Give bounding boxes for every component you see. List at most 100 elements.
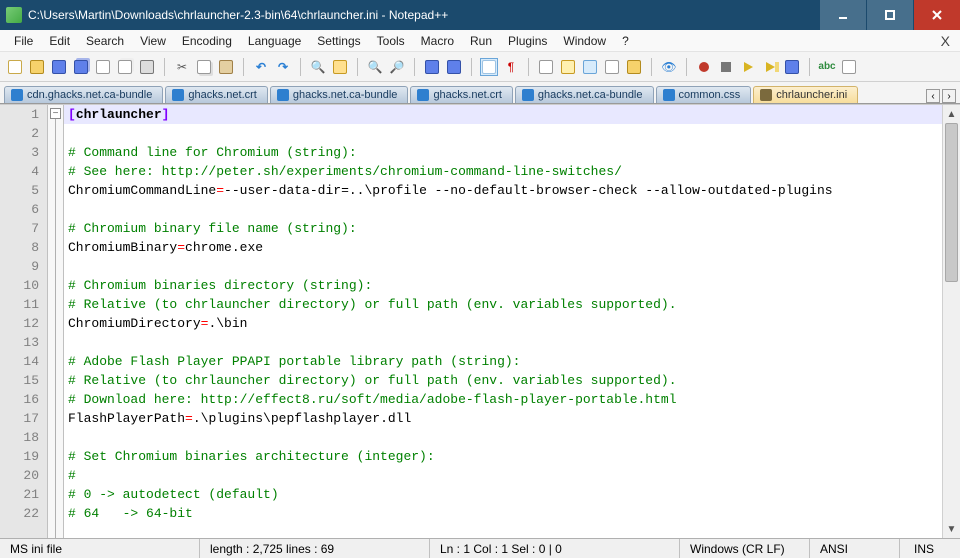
- close-file-icon[interactable]: [94, 58, 112, 76]
- code-line[interactable]: # Download here: http://effect8.ru/soft/…: [64, 390, 942, 409]
- line-number: 22: [0, 504, 47, 523]
- vertical-scrollbar[interactable]: ▲ ▼: [942, 105, 960, 538]
- doc-map-icon[interactable]: [581, 58, 599, 76]
- menu-edit[interactable]: Edit: [41, 34, 78, 48]
- tab-file[interactable]: cdn.ghacks.net.ca-bundle: [4, 86, 163, 103]
- code-line[interactable]: #: [64, 466, 942, 485]
- redo-icon[interactable]: ↷: [274, 58, 292, 76]
- save-macro-icon[interactable]: [783, 58, 801, 76]
- code-line[interactable]: # Relative (to chrlauncher directory) or…: [64, 371, 942, 390]
- tab-file[interactable]: ghacks.net.crt: [165, 86, 267, 103]
- tab-prev-button[interactable]: ‹: [926, 89, 940, 103]
- new-icon[interactable]: [6, 58, 24, 76]
- menu-macro[interactable]: Macro: [413, 34, 462, 48]
- cut-icon[interactable]: ✂: [173, 58, 191, 76]
- replace-icon[interactable]: [331, 58, 349, 76]
- code-line[interactable]: [64, 333, 942, 352]
- user-lang-icon[interactable]: [559, 58, 577, 76]
- code-line[interactable]: # Set Chromium binaries architecture (in…: [64, 447, 942, 466]
- line-number: 11: [0, 295, 47, 314]
- menu-settings[interactable]: Settings: [309, 34, 368, 48]
- toolbar: ✂ ↶ ↷ 🔍 🔍 🔎 ¶ 👁 abc: [0, 52, 960, 82]
- sync-v-icon[interactable]: [423, 58, 441, 76]
- tab-file[interactable]: ghacks.net.ca-bundle: [515, 86, 654, 103]
- scroll-up-icon[interactable]: ▲: [943, 105, 960, 123]
- file-icon: [172, 89, 184, 101]
- monitor-icon[interactable]: 👁: [660, 58, 678, 76]
- code-line[interactable]: # 64 -> 64-bit: [64, 504, 942, 523]
- copy-icon[interactable]: [195, 58, 213, 76]
- code-line[interactable]: # Adobe Flash Player PPAPI portable libr…: [64, 352, 942, 371]
- code-line[interactable]: [64, 428, 942, 447]
- status-encoding[interactable]: ANSI: [810, 539, 900, 558]
- indent-guide-icon[interactable]: [537, 58, 555, 76]
- code-line[interactable]: [64, 124, 942, 143]
- menu-window[interactable]: Window: [555, 34, 614, 48]
- fold-toggle-icon[interactable]: −: [50, 108, 61, 119]
- minimize-button[interactable]: [820, 0, 866, 30]
- fold-column[interactable]: −: [48, 105, 64, 538]
- code-line[interactable]: [64, 200, 942, 219]
- code-line[interactable]: # Command line for Chromium (string):: [64, 143, 942, 162]
- paste-icon[interactable]: [217, 58, 235, 76]
- status-eol[interactable]: Windows (CR LF): [680, 539, 810, 558]
- close-all-icon[interactable]: [116, 58, 134, 76]
- open-icon[interactable]: [28, 58, 46, 76]
- func-list-icon[interactable]: [603, 58, 621, 76]
- code-line[interactable]: ChromiumBinary=chrome.exe: [64, 238, 942, 257]
- menu-search[interactable]: Search: [78, 34, 132, 48]
- code-area[interactable]: [chrlauncher] # Command line for Chromiu…: [64, 105, 942, 538]
- status-length: length : 2,725 lines : 69: [200, 539, 430, 558]
- record-icon[interactable]: [695, 58, 713, 76]
- code-line[interactable]: # Chromium binary file name (string):: [64, 219, 942, 238]
- stop-record-icon[interactable]: [717, 58, 735, 76]
- zoom-out-icon[interactable]: 🔎: [388, 58, 406, 76]
- undo-icon[interactable]: ↶: [252, 58, 270, 76]
- menu-view[interactable]: View: [132, 34, 174, 48]
- tab-file[interactable]: ghacks.net.ca-bundle: [270, 86, 409, 103]
- wordwrap-icon[interactable]: [480, 58, 498, 76]
- tab-next-button[interactable]: ›: [942, 89, 956, 103]
- code-line[interactable]: # 0 -> autodetect (default): [64, 485, 942, 504]
- menu-run[interactable]: Run: [462, 34, 500, 48]
- code-line[interactable]: # Relative (to chrlauncher directory) or…: [64, 295, 942, 314]
- play-multi-icon[interactable]: [761, 58, 779, 76]
- scroll-thumb[interactable]: [945, 123, 958, 282]
- code-line[interactable]: ChromiumDirectory=.\bin: [64, 314, 942, 333]
- menu-help[interactable]: ?: [614, 34, 637, 48]
- menubar: File Edit Search View Encoding Language …: [0, 30, 960, 52]
- spellcheck-toggle-icon[interactable]: [840, 58, 858, 76]
- scroll-down-icon[interactable]: ▼: [943, 520, 960, 538]
- folder-view-icon[interactable]: [625, 58, 643, 76]
- file-icon: [417, 89, 429, 101]
- save-icon[interactable]: [50, 58, 68, 76]
- print-icon[interactable]: [138, 58, 156, 76]
- close-button[interactable]: [914, 0, 960, 30]
- show-all-chars-icon[interactable]: ¶: [502, 58, 520, 76]
- line-number: 17: [0, 409, 47, 428]
- code-line[interactable]: FlashPlayerPath=.\plugins\pepflashplayer…: [64, 409, 942, 428]
- menu-encoding[interactable]: Encoding: [174, 34, 240, 48]
- sync-h-icon[interactable]: [445, 58, 463, 76]
- menu-file[interactable]: File: [6, 34, 41, 48]
- tab-file-active[interactable]: chrlauncher.ini: [753, 86, 858, 103]
- code-line[interactable]: ChromiumCommandLine=--user-data-dir=..\p…: [64, 181, 942, 200]
- code-line[interactable]: # Chromium binaries directory (string):: [64, 276, 942, 295]
- menu-tools[interactable]: Tools: [369, 34, 413, 48]
- tab-file[interactable]: ghacks.net.crt: [410, 86, 512, 103]
- status-mode[interactable]: INS: [904, 539, 960, 558]
- save-all-icon[interactable]: [72, 58, 90, 76]
- line-number: 15: [0, 371, 47, 390]
- menu-plugins[interactable]: Plugins: [500, 34, 555, 48]
- zoom-in-icon[interactable]: 🔍: [366, 58, 384, 76]
- tab-file[interactable]: common.css: [656, 86, 752, 103]
- code-line[interactable]: # See here: http://peter.sh/experiments/…: [64, 162, 942, 181]
- code-line[interactable]: [64, 257, 942, 276]
- spellcheck-icon[interactable]: abc: [818, 58, 836, 76]
- menu-language[interactable]: Language: [240, 34, 309, 48]
- maximize-button[interactable]: [867, 0, 913, 30]
- find-icon[interactable]: 🔍: [309, 58, 327, 76]
- code-line[interactable]: [chrlauncher]: [64, 105, 942, 124]
- mdi-close-button[interactable]: X: [937, 33, 954, 49]
- play-icon[interactable]: [739, 58, 757, 76]
